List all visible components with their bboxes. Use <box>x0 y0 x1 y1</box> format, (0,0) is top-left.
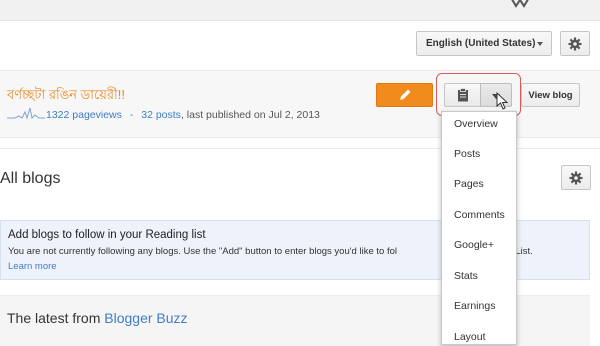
settings-button[interactable] <box>560 31 590 56</box>
posts-link[interactable]: 32 posts <box>141 109 181 121</box>
menu-item-google-plus[interactable]: Google+ <box>454 239 494 251</box>
menu-item-stats[interactable]: Stats <box>454 270 478 282</box>
all-blogs-heading: All blogs <box>0 170 61 187</box>
language-label: English (United States) <box>426 38 536 49</box>
menu-item-earnings[interactable]: Earnings <box>454 300 495 312</box>
menu-item-posts[interactable]: Posts <box>454 148 480 160</box>
gear-icon <box>568 37 582 50</box>
menu-item-overview[interactable]: Overview <box>454 118 498 130</box>
menu-item-layout[interactable]: Layout <box>454 331 486 343</box>
account-icon[interactable] <box>508 0 532 10</box>
reading-list-title: Add blogs to follow in your Reading list <box>8 229 206 241</box>
menu-item-comments[interactable]: Comments <box>454 209 505 221</box>
blog-title[interactable]: বর্ণচ্ছটা রঙিন ডায়েরী!! <box>7 86 125 107</box>
view-blog-button[interactable]: View blog <box>521 83 580 107</box>
menu-item-pages[interactable]: Pages <box>454 178 484 190</box>
pageviews-link[interactable]: 1322 pageviews <box>46 109 122 121</box>
stats-separator: - <box>129 109 134 121</box>
pencil-icon <box>399 89 410 100</box>
reading-list-text: You are not currently following any blog… <box>8 246 397 257</box>
pageviews-sparkline <box>7 107 45 120</box>
gear-icon <box>569 171 583 184</box>
blogger-buzz-link[interactable]: Blogger Buzz <box>104 310 187 326</box>
mouse-cursor-icon <box>496 92 509 110</box>
blog-stats: 1322 pageviews - 32 posts, last publishe… <box>46 109 320 121</box>
all-blogs-settings-button[interactable] <box>561 165 591 190</box>
new-post-button[interactable] <box>376 83 433 107</box>
language-select[interactable]: English (United States) <box>416 31 552 56</box>
learn-more-link[interactable]: Learn more <box>8 261 57 272</box>
last-published: , last published on Jul 2, 2013 <box>180 109 320 121</box>
chevron-down-icon <box>537 42 543 46</box>
blog-dropdown-menu: Overview Posts Pages Comments Google+ St… <box>441 111 517 345</box>
latest-heading: The latest from Blogger Buzz <box>7 310 188 326</box>
latest-prefix: The latest from <box>7 310 101 326</box>
